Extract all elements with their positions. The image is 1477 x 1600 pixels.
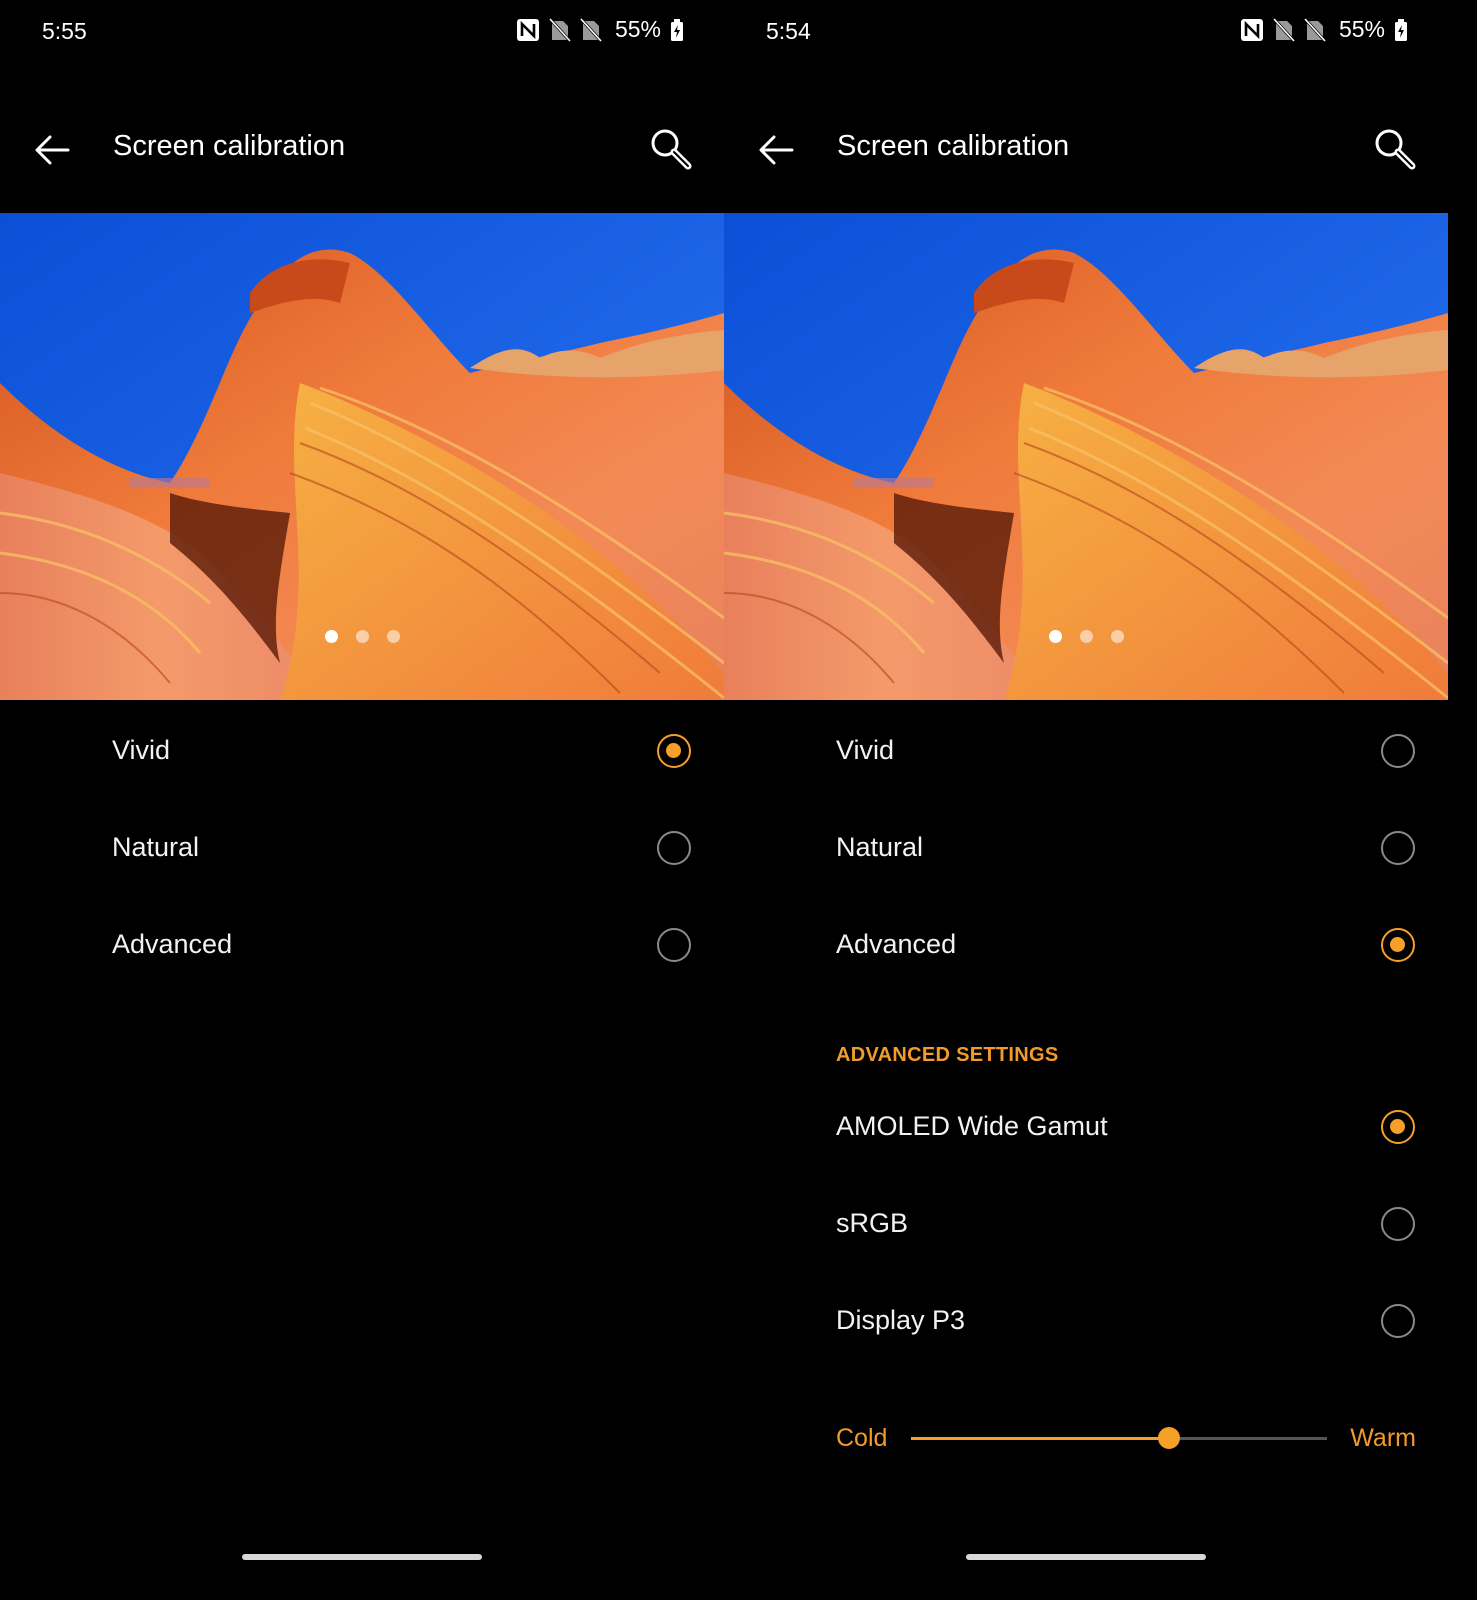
page-indicator (724, 630, 1448, 643)
slider-fill (911, 1437, 1169, 1440)
mode-option-natural[interactable]: Natural (724, 802, 1448, 898)
radio-button[interactable] (1381, 1110, 1415, 1144)
no-sim-icon (1272, 17, 1295, 42)
battery-icon (1395, 18, 1407, 41)
screen-left: 5:55 55% Screen calibration Vivid Natura… (0, 0, 724, 1600)
radio-button[interactable] (1381, 928, 1415, 962)
page-title: Screen calibration (113, 130, 346, 162)
nfc-icon (1240, 18, 1263, 41)
mode-option-natural[interactable]: Natural (0, 802, 724, 898)
gamut-option-display-p3[interactable]: Display P3 (724, 1275, 1448, 1371)
app-bar: Screen calibration (724, 100, 1448, 200)
app-bar: Screen calibration (0, 100, 724, 200)
option-label: AMOLED Wide Gamut (836, 1111, 1108, 1141)
slider-thumb[interactable] (1157, 1427, 1180, 1449)
option-label: Advanced (836, 929, 957, 959)
status-bar: 5:54 55% (724, 0, 1448, 70)
status-bar: 5:55 55% (0, 0, 724, 70)
search-icon[interactable] (1372, 126, 1418, 172)
page-dot[interactable] (386, 630, 400, 643)
option-label: Display P3 (836, 1305, 966, 1335)
battery-percentage: 55% (1338, 16, 1385, 42)
option-label: Natural (836, 832, 924, 862)
home-indicator[interactable] (966, 1554, 1206, 1560)
mode-option-advanced[interactable]: Advanced (0, 899, 724, 995)
battery-icon (671, 18, 683, 41)
page-dot[interactable] (1048, 630, 1062, 643)
no-sim-icon (579, 17, 602, 42)
radio-button[interactable] (657, 734, 691, 768)
status-icons: 55% (1240, 16, 1408, 43)
back-arrow-icon[interactable] (30, 128, 74, 172)
nfc-icon (516, 18, 539, 41)
radio-button[interactable] (657, 831, 691, 865)
page-dot[interactable] (324, 630, 338, 643)
mode-option-vivid[interactable]: Vivid (724, 705, 1448, 801)
mode-option-advanced[interactable]: Advanced (724, 899, 1448, 995)
gamut-option-amoled-wide-gamut[interactable]: AMOLED Wide Gamut (724, 1081, 1448, 1177)
option-label: Natural (112, 832, 200, 862)
option-label: Advanced (112, 929, 233, 959)
status-icons: 55% (516, 16, 684, 43)
radio-button[interactable] (1381, 1207, 1415, 1241)
slider-label-cold: Cold (836, 1424, 888, 1452)
option-label: Vivid (112, 735, 171, 765)
page-indicator (0, 630, 724, 643)
page-title: Screen calibration (837, 130, 1070, 162)
page-dot[interactable] (355, 630, 369, 643)
status-time: 5:54 (766, 18, 811, 44)
no-sim-icon (1303, 17, 1326, 42)
option-label: Vivid (836, 735, 895, 765)
color-temperature-slider[interactable] (911, 1427, 1327, 1449)
back-arrow-icon[interactable] (754, 128, 798, 172)
option-label: sRGB (836, 1208, 909, 1238)
color-temperature-slider-row: Cold Warm (724, 1408, 1448, 1468)
landscape-image (724, 213, 1448, 700)
calibration-preview-image[interactable] (724, 213, 1448, 700)
status-time: 5:55 (42, 18, 87, 44)
radio-button[interactable] (1381, 831, 1415, 865)
mode-option-vivid[interactable]: Vivid (0, 705, 724, 801)
slider-label-warm: Warm (1350, 1424, 1416, 1452)
home-indicator[interactable] (242, 1554, 482, 1560)
battery-percentage: 55% (614, 16, 661, 42)
no-sim-icon (548, 17, 571, 42)
section-header-advanced-settings: ADVANCED SETTINGS (836, 1044, 1059, 1066)
landscape-image (0, 213, 724, 700)
page-dot[interactable] (1079, 630, 1093, 643)
search-icon[interactable] (648, 126, 694, 172)
page-dot[interactable] (1110, 630, 1124, 643)
radio-button[interactable] (1381, 734, 1415, 768)
radio-button[interactable] (1381, 1304, 1415, 1338)
gamut-option-srgb[interactable]: sRGB (724, 1178, 1448, 1274)
screen-right: 5:54 55% Screen calibration Vivid Natura… (724, 0, 1448, 1600)
radio-button[interactable] (657, 928, 691, 962)
calibration-preview-image[interactable] (0, 213, 724, 700)
